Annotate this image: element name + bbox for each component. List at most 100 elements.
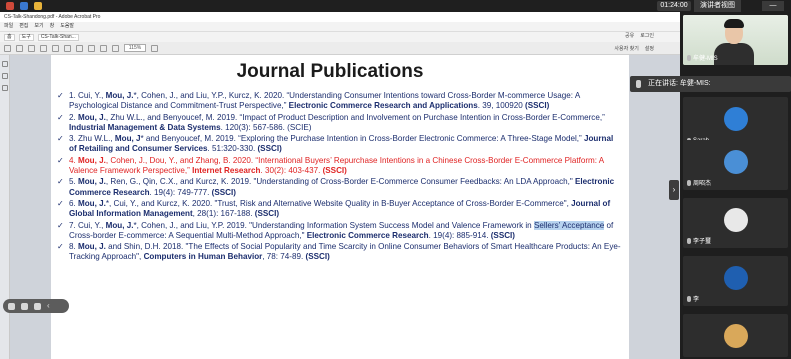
collapse-arrow-icon[interactable]: ‹ (47, 302, 50, 310)
pub-volume: . 120(3): 567-586. (SCIE) (220, 122, 312, 132)
pub-index: (SSCI) (322, 165, 347, 175)
grid-icon[interactable] (8, 302, 15, 310)
pub-volume: . 51:320-330. (207, 144, 258, 154)
participant-name: 牟健-MIS (687, 53, 718, 62)
cursor-icon[interactable] (88, 44, 95, 52)
checkmark-icon: ✓ (57, 155, 64, 165)
speaking-name: 牟健-MIS: (679, 80, 711, 87)
checkmark-icon: ✓ (57, 134, 64, 144)
tab-home[interactable]: 홈 (4, 33, 15, 41)
pub-journal: Computers in Human Behavior (143, 252, 263, 262)
pub-index: (SSCI) (525, 101, 550, 111)
panel-collapse-handle[interactable]: › (669, 180, 679, 200)
pub-highlight-author: Mou, J. (78, 155, 106, 165)
menu-help[interactable]: 도움말 (60, 22, 74, 31)
participant-tile[interactable]: 周昭杰 (683, 140, 788, 190)
folder-icon[interactable] (34, 2, 42, 10)
avatar (724, 150, 748, 174)
mail-icon[interactable] (40, 44, 47, 52)
participant-name: 李子璽 (687, 236, 711, 245)
publication-list: ✓ 1. Cui, Y., Mou, J.*, Cohen, J., and Li… (57, 91, 623, 264)
pub-title-text: *, Cui, Y., and Kurcz, K. 2020. "Trust, … (105, 198, 572, 208)
pub-index: (SSCI) (211, 187, 236, 197)
pub-authors-before: 6. (69, 198, 78, 208)
mic-icon (636, 80, 641, 88)
hand-icon[interactable] (100, 44, 107, 52)
pub-highlight-author: Mou, J. (105, 91, 134, 100)
tab-document[interactable]: CS-Talk-Shan... (37, 33, 79, 41)
pub-authors-before: 1. Cui, Y., (69, 91, 106, 100)
menu-view[interactable]: 보기 (34, 22, 43, 31)
pub-title-text: , Zhu W.L., and Benyoucef, M. 2019. “Imp… (105, 112, 605, 122)
pub-journal: Electronic Commerce Research (306, 230, 429, 240)
participant-tile-video[interactable]: 牟健-MIS (683, 15, 788, 65)
checkmark-icon: ✓ (57, 220, 64, 230)
checkmark-icon: ✓ (57, 91, 64, 100)
pub-authors-before: 4. (69, 155, 78, 165)
menu-file[interactable]: 파일 (4, 22, 13, 31)
menu-bar: 파일 편집 보기 창 도움말 (0, 22, 680, 31)
save-icon[interactable] (4, 44, 11, 52)
avatar (724, 324, 748, 348)
tab-tools[interactable]: 도구 (18, 33, 34, 41)
search-icon[interactable] (52, 44, 59, 52)
bookmark-icon[interactable] (1, 73, 8, 79)
pub-highlight-author: Mou, J. (78, 177, 106, 187)
arrow-up-icon[interactable] (64, 44, 71, 52)
participant-tile[interactable]: 李 (683, 256, 788, 306)
participant-name: 李 (687, 294, 699, 303)
zoom-field[interactable]: 115% (124, 44, 146, 52)
settings-link[interactable]: 설정 (645, 45, 654, 52)
participant-name-text: 李 (693, 297, 700, 303)
publication-item: ✓ 5. Mou, J., Ren, G., Qin, C.X., and Kur… (57, 177, 623, 197)
speaking-prefix: 正在讲话: (648, 80, 680, 87)
avatar (724, 208, 748, 232)
pub-highlight-author: Mou, J. (105, 220, 134, 230)
participant-tile[interactable] (683, 314, 788, 357)
publication-item: ✓ 7. Cui, Y., Mou, J.*, Cohen, J., and Li… (57, 220, 623, 241)
chat-icon[interactable] (21, 302, 28, 310)
attachment-icon[interactable] (1, 85, 8, 91)
pub-volume: . 19(4): 885-914. (428, 230, 491, 240)
participant-name: 周昭杰 (687, 178, 711, 187)
participant-name-text: 周昭杰 (693, 181, 712, 187)
pub-highlight-author: Mou, J. (78, 198, 106, 208)
speaking-indicator: 正在讲话: 牟健-MIS: (630, 76, 791, 92)
meeting-timer: 01:24:00 (657, 1, 691, 11)
app-icon[interactable] (6, 2, 14, 10)
menu-window[interactable]: 창 (50, 22, 55, 31)
shield-icon[interactable] (20, 2, 28, 10)
phone-avatar (724, 266, 748, 290)
avatar (724, 107, 748, 131)
pub-title-text: *, Cohen, J., and Liu, Y.P. 2019. "Under… (133, 220, 534, 230)
participant-name-text: 李子璽 (693, 239, 712, 245)
pub-volume: . 30(2): 403-437. (260, 165, 323, 175)
pub-journal: Electronic Commerce Research and Applica… (288, 101, 478, 111)
zoom-out-icon[interactable] (112, 44, 119, 52)
print-icon[interactable] (28, 44, 35, 52)
meeting-sidebar: 牟健-MIS Sarah 周昭杰 李子璽 李 (680, 12, 791, 359)
menu-edit[interactable]: 편집 (19, 22, 28, 31)
pub-authors-before: 8. (69, 242, 78, 252)
publication-item: ✓ 6. Mou, J.*, Cui, Y., and Kurcz, K. 202… (57, 199, 623, 219)
find-user-link[interactable]: 사용자 찾기 (614, 45, 638, 52)
zoom-in-icon[interactable] (151, 44, 158, 52)
pub-volume: . 19(4): 749-777. (149, 187, 212, 197)
participant-tile[interactable]: 李子璽 (683, 198, 788, 248)
os-top-bar: 01:24:00 演讲者视图 — (0, 0, 791, 12)
login-link[interactable]: 로그인 (640, 32, 654, 39)
document-toolbar: 115% 공유 로그인 사용자 찾기 설정 (0, 33, 680, 55)
share-link[interactable]: 공유 (625, 32, 634, 39)
presenter-view-button[interactable]: 演讲者视图 (694, 0, 741, 12)
page-thumbnails-icon[interactable] (1, 61, 8, 67)
pub-authors-before: 5. (69, 177, 78, 187)
upload-icon[interactable] (16, 44, 23, 52)
arrow-down-icon[interactable] (76, 44, 83, 52)
annotate-icon[interactable] (34, 302, 41, 310)
pub-authors-before: 2. (69, 112, 78, 122)
person-body (714, 43, 754, 65)
pdf-page: Journal Publications ✓ 1. Cui, Y., Mou, J… (51, 55, 629, 359)
minimize-button[interactable]: — (762, 1, 784, 11)
publication-item: ✓ 4. Mou, J., Cohen, J., Dou, Y., and Zha… (57, 156, 623, 176)
pub-journal: Industrial Management & Data Systems (69, 122, 221, 132)
